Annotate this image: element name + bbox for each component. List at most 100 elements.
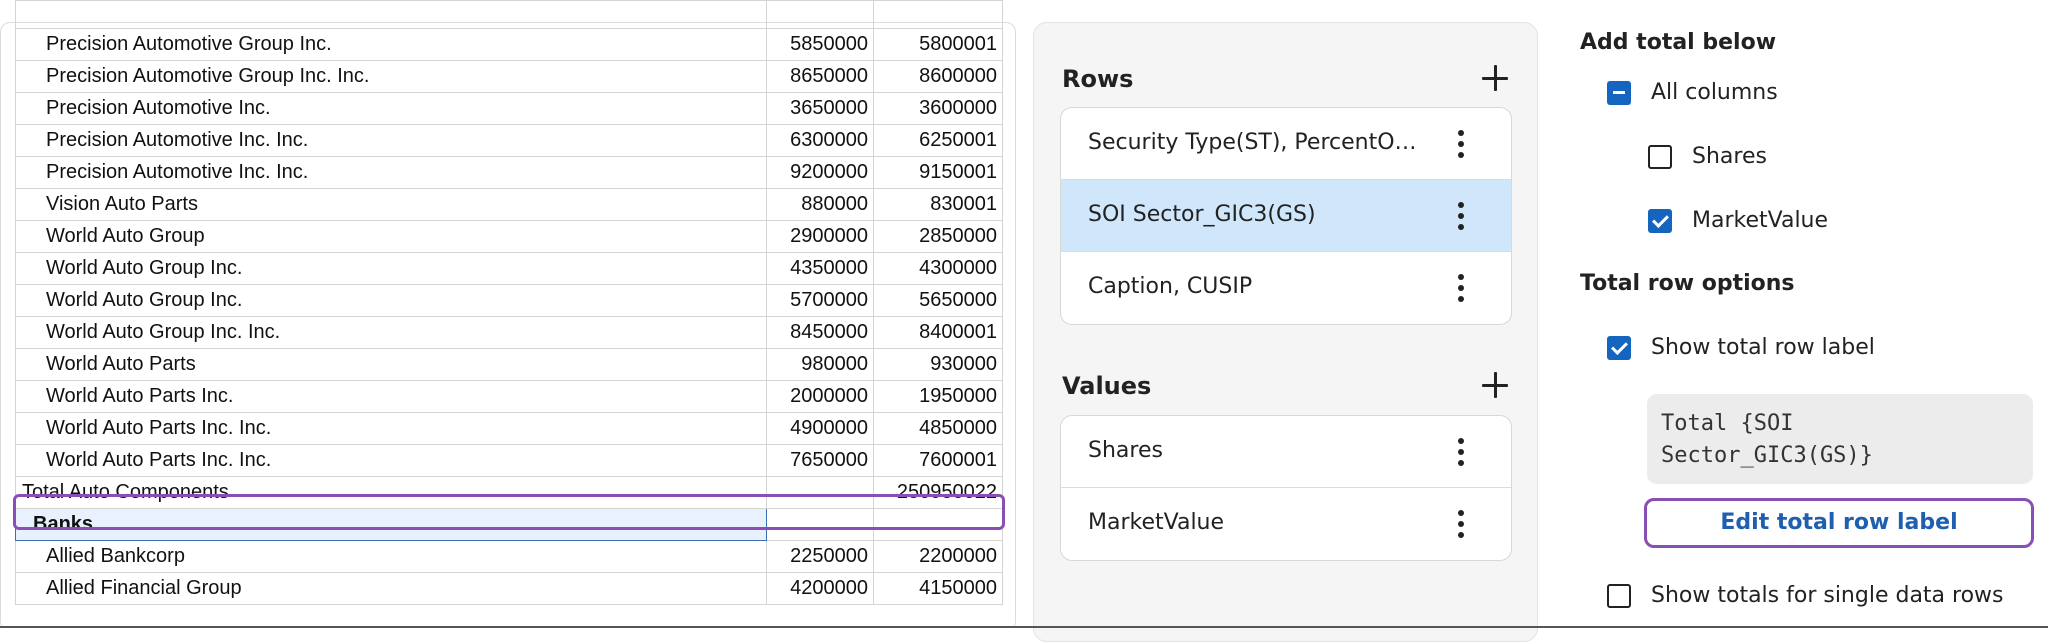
rows-section-header: Rows — [1062, 59, 1512, 99]
row-field-item-selected[interactable]: SOI Sector_GIC3(GS) — [1061, 180, 1511, 252]
add-value-field-icon[interactable] — [1478, 368, 1512, 402]
more-options-icon[interactable] — [1457, 273, 1465, 303]
single-rows-checkbox[interactable] — [1607, 584, 1631, 608]
row-field-label: SOI Sector_GIC3(GS) — [1088, 202, 1316, 227]
cell-shares — [766, 476, 874, 509]
market-value-label: MarketValue — [1692, 208, 1829, 233]
total-label-preview: Total {SOI Sector_GIC3(GS)} — [1647, 394, 2033, 484]
cell-shares: 2900000 — [766, 220, 874, 253]
show-total-label-text: Show total row label — [1651, 335, 1875, 360]
value-field-label: MarketValue — [1088, 510, 1225, 535]
row-field-item[interactable]: Caption, CUSIP — [1061, 252, 1511, 324]
table-row-partial[interactable] — [15, 0, 1003, 29]
row-field-item[interactable]: Security Type(ST), PercentOfNetAssets — [1061, 108, 1511, 180]
cell-shares: 4900000 — [766, 412, 874, 445]
table-row[interactable]: World Auto Parts Inc. 2000000 1950000 — [15, 380, 1003, 413]
add-row-field-icon[interactable] — [1478, 61, 1512, 95]
cell-name: World Auto Parts — [15, 348, 767, 381]
table-row[interactable]: World Auto Parts 980000 930000 — [15, 348, 1003, 381]
cell-shares: 7650000 — [766, 444, 874, 477]
cell-name: Total Auto Components — [15, 476, 767, 509]
cell-market-value: 2200000 — [873, 540, 1003, 573]
cell-market-value: 5650000 — [873, 284, 1003, 317]
cell-name: World Auto Group — [15, 220, 767, 253]
cell-market-value: 830001 — [873, 188, 1003, 221]
cell-name: World Auto Parts Inc. Inc. — [15, 412, 767, 445]
more-options-icon[interactable] — [1457, 129, 1465, 159]
cell-name: World Auto Group Inc. Inc. — [15, 316, 767, 349]
all-columns-checkbox[interactable] — [1607, 81, 1631, 105]
group-header-name: Banks — [15, 508, 767, 541]
market-value-checkbox[interactable] — [1648, 209, 1672, 233]
table-row[interactable]: Precision Automotive Group Inc. 5850000 58… — [15, 28, 1003, 61]
add-total-heading: Add total below — [1580, 30, 1777, 55]
cell-shares: 9200000 — [766, 156, 874, 189]
table-row[interactable]: Allied Financial Group 4200000 4150000 — [15, 572, 1003, 605]
cell-market-value: 8400001 — [873, 316, 1003, 349]
cell-shares: 880000 — [766, 188, 874, 221]
cell-market-value: 250950022 — [873, 476, 1003, 509]
table-row[interactable]: World Auto Parts Inc. Inc. 4900000 4850000 — [15, 412, 1003, 445]
rows-field-list: Security Type(ST), PercentOfNetAssets SO… — [1060, 107, 1512, 325]
cell-name — [15, 0, 767, 29]
pivot-table-body: Precision Automotive Group Inc. 5850000 58… — [15, 0, 1003, 605]
table-row[interactable]: World Auto Group Inc. 5700000 5650000 — [15, 284, 1003, 317]
table-row[interactable]: World Auto Group Inc. Inc. 8450000 8400001 — [15, 316, 1003, 349]
more-options-icon[interactable] — [1457, 437, 1465, 467]
row-field-label: Security Type(ST), PercentOfNetAssets — [1088, 130, 1418, 155]
table-row[interactable]: Precision Automotive Group Inc. Inc. 8650… — [15, 60, 1003, 93]
table-row[interactable]: Precision Automotive Inc. 3650000 3600000 — [15, 92, 1003, 125]
shares-label: Shares — [1692, 144, 1767, 169]
row-field-label: Caption, CUSIP — [1088, 274, 1253, 299]
more-options-icon[interactable] — [1457, 201, 1465, 231]
edit-total-row-label-button[interactable]: Edit total row label — [1644, 498, 2034, 548]
shares-checkbox[interactable] — [1648, 145, 1672, 169]
more-options-icon[interactable] — [1457, 509, 1465, 539]
cell-name: Vision Auto Parts — [15, 188, 767, 221]
cell-name: Precision Automotive Inc. — [15, 92, 767, 125]
cell-name: Precision Automotive Group Inc. — [15, 28, 767, 61]
cell-market-value: 8600000 — [873, 60, 1003, 93]
cell-shares: 3650000 — [766, 92, 874, 125]
table-row[interactable]: World Auto Group 2900000 2850000 — [15, 220, 1003, 253]
table-row[interactable]: Allied Bankcorp 2250000 2200000 — [15, 540, 1003, 573]
cell-name: World Auto Group Inc. — [15, 252, 767, 285]
cell-shares: 980000 — [766, 348, 874, 381]
values-section-title: Values — [1062, 372, 1152, 400]
cell-market-value: 9150001 — [873, 156, 1003, 189]
cell-name: Precision Automotive Inc. Inc. — [15, 124, 767, 157]
show-total-label-checkbox[interactable] — [1607, 336, 1631, 360]
total-options-panel: Add total below All columns Shares Marke… — [1540, 0, 2048, 628]
cell-market-value: 2850000 — [873, 220, 1003, 253]
value-field-item[interactable]: MarketValue — [1061, 488, 1511, 560]
table-row[interactable]: World Auto Parts Inc. Inc. 7650000 7600001 — [15, 444, 1003, 477]
cell-market-value: 6250001 — [873, 124, 1003, 157]
table-row[interactable]: Precision Automotive Inc. Inc. 6300000 625… — [15, 124, 1003, 157]
table-row[interactable]: World Auto Group Inc. 4350000 4300000 — [15, 252, 1003, 285]
cell-market-value: 4300000 — [873, 252, 1003, 285]
total-row[interactable]: Total Auto Components 250950022 — [15, 476, 1003, 509]
table-row[interactable]: Precision Automotive Inc. Inc. 9200000 915… — [15, 156, 1003, 189]
cell-shares: 4200000 — [766, 572, 874, 605]
cell-shares: 4350000 — [766, 252, 874, 285]
cell-shares: 2000000 — [766, 380, 874, 413]
cell-shares — [766, 0, 874, 29]
cell-shares-empty — [766, 508, 874, 541]
cell-market-value: 3600000 — [873, 92, 1003, 125]
cell-market-value: 4150000 — [873, 572, 1003, 605]
cell-shares: 8650000 — [766, 60, 874, 93]
value-field-item[interactable]: Shares — [1061, 416, 1511, 488]
table-row[interactable]: Vision Auto Parts 880000 830001 — [15, 188, 1003, 221]
cell-name: Precision Automotive Inc. Inc. — [15, 156, 767, 189]
group-header-row[interactable]: Banks — [15, 508, 1003, 541]
cell-market-value-empty — [873, 508, 1003, 541]
cell-market-value — [873, 0, 1003, 29]
cell-market-value: 5800001 — [873, 28, 1003, 61]
cell-market-value: 7600001 — [873, 444, 1003, 477]
cell-name: World Auto Group Inc. — [15, 284, 767, 317]
cell-shares: 8450000 — [766, 316, 874, 349]
total-row-options-heading: Total row options — [1580, 271, 1795, 296]
layout-config-panel: Rows Security Type(ST), PercentOfNetAsse… — [1033, 22, 1538, 642]
cell-shares: 5850000 — [766, 28, 874, 61]
cell-name: World Auto Parts Inc. — [15, 380, 767, 413]
